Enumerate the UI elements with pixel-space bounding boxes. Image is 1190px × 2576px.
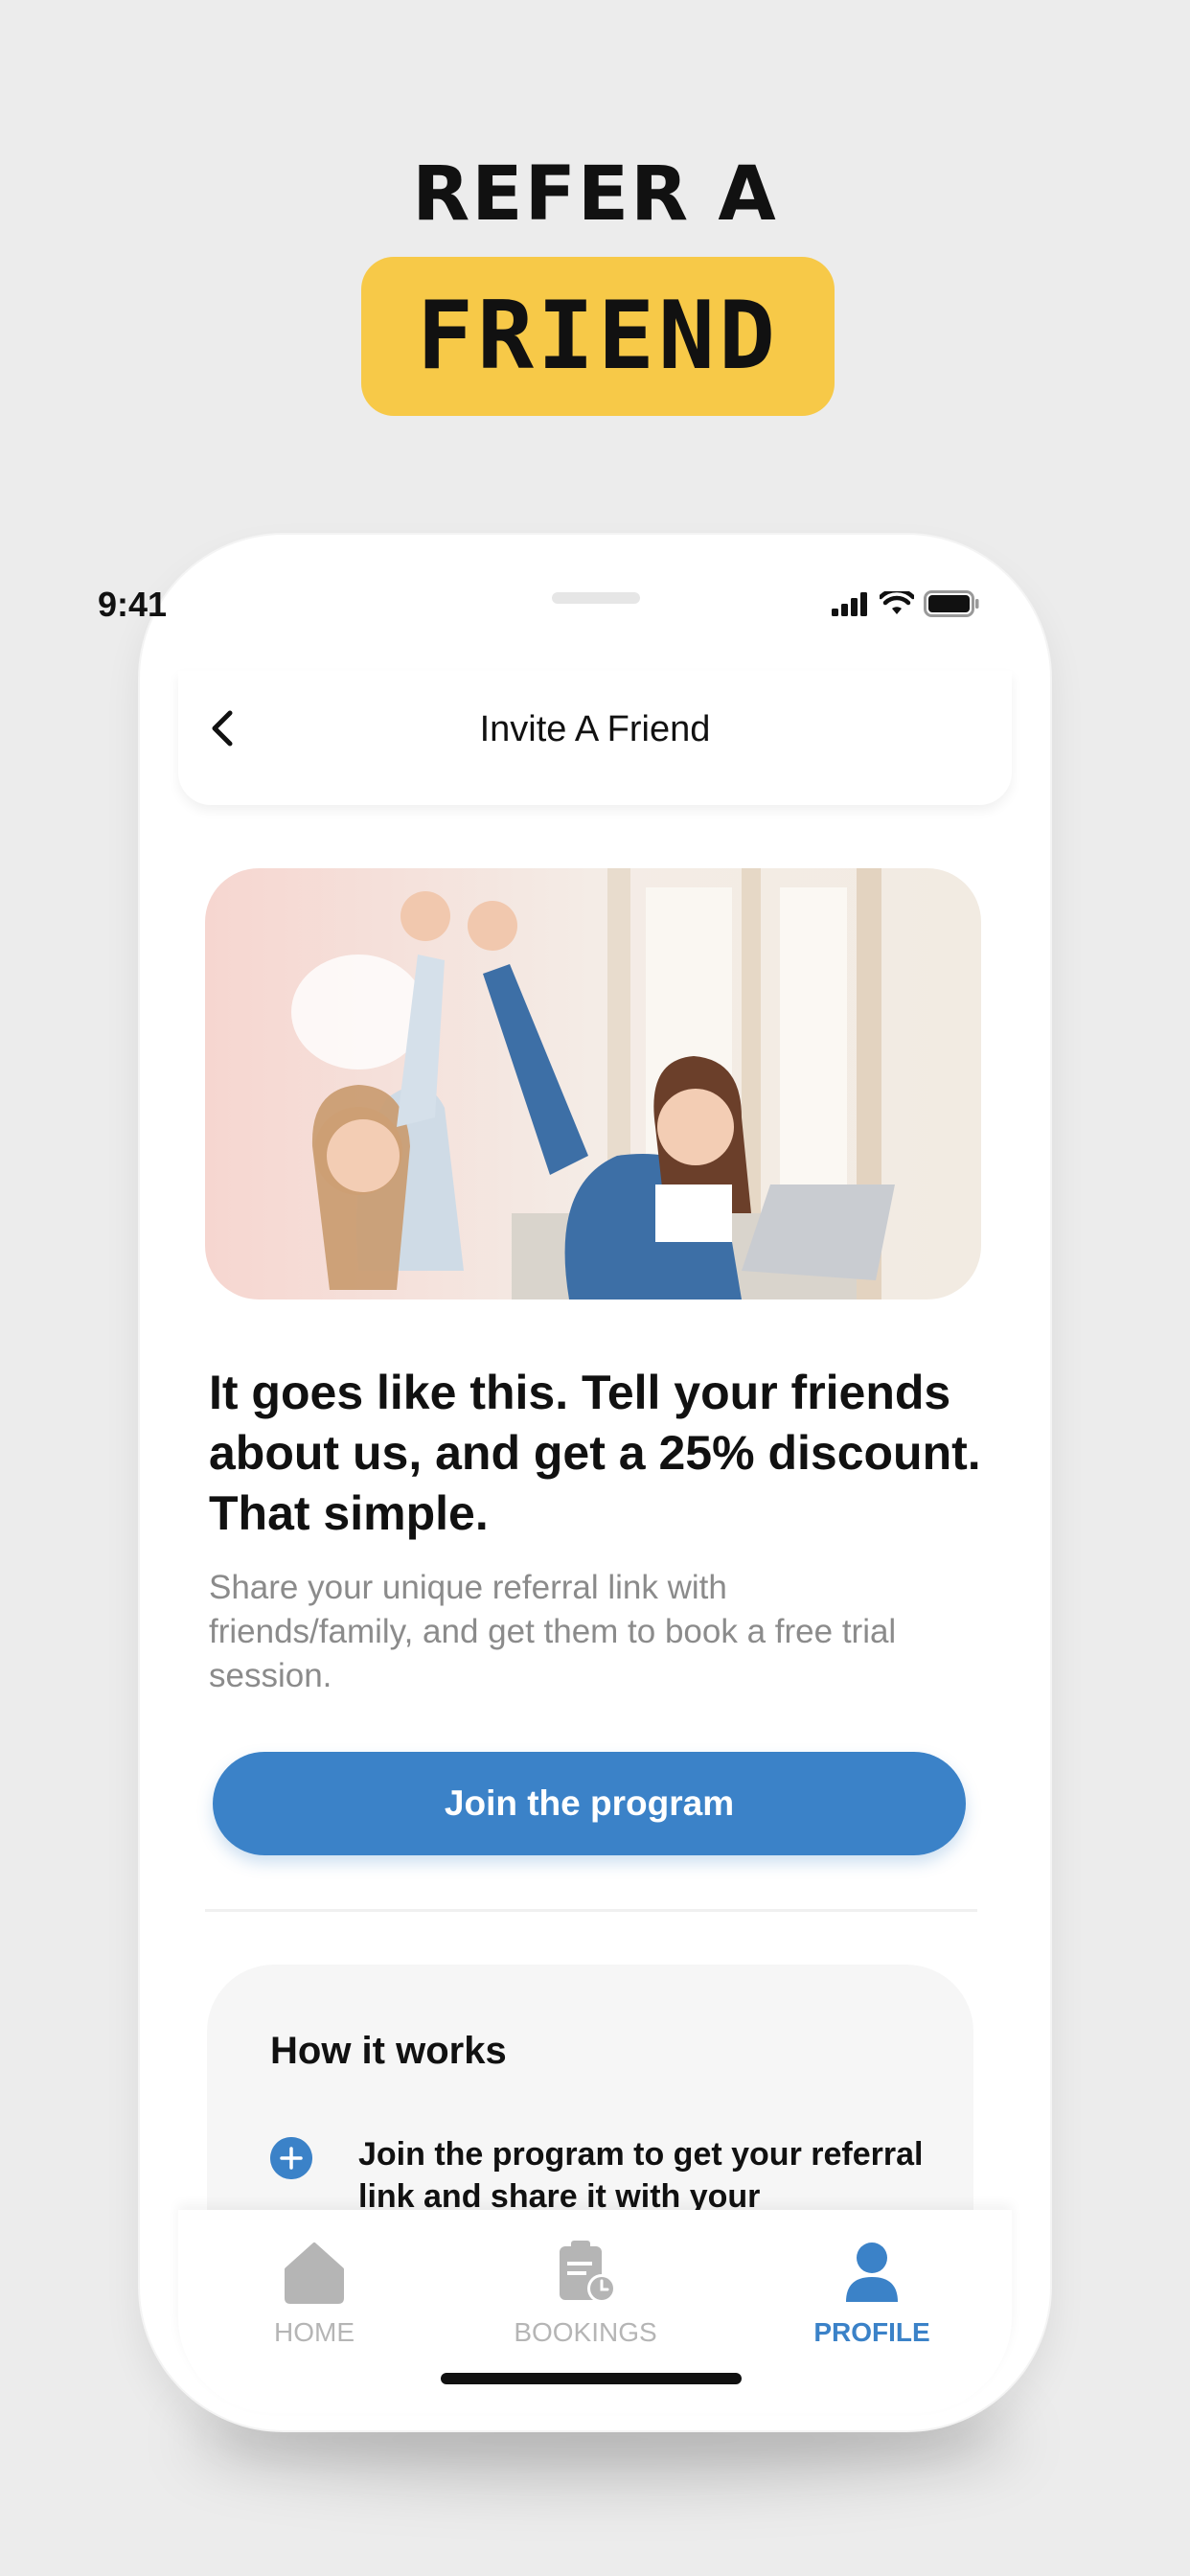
promo-title-badge: FRIEND bbox=[361, 257, 835, 416]
cellular-signal-icon bbox=[832, 592, 867, 616]
section-divider bbox=[205, 1909, 977, 1912]
user-icon bbox=[846, 2242, 898, 2302]
tab-home[interactable]: HOME bbox=[209, 2239, 420, 2373]
plus-circle-icon bbox=[270, 2137, 312, 2179]
battery-icon bbox=[924, 590, 979, 617]
promo-title-line2: FRIEND bbox=[416, 282, 779, 391]
referral-headline: It goes like this. Tell your friends abo… bbox=[209, 1366, 981, 1540]
tab-bookings-label: BOOKINGS bbox=[514, 2317, 657, 2347]
referral-description: Share your unique referral link with fri… bbox=[209, 1569, 897, 1694]
how-it-works-title: How it works bbox=[270, 2030, 507, 2072]
wifi-icon bbox=[880, 591, 914, 614]
tab-profile[interactable]: PROFILE bbox=[767, 2239, 977, 2373]
home-indicator bbox=[441, 2373, 742, 2384]
step-1-text: Join the program to get your referral li… bbox=[358, 2136, 924, 2215]
clipboard-clock-icon bbox=[560, 2241, 616, 2303]
app-store-screenshot: REFER A FRIEND 9:41 Invite A Friend It g… bbox=[0, 0, 1190, 2576]
status-time: 9:41 bbox=[98, 585, 168, 624]
tab-home-label: HOME bbox=[274, 2317, 355, 2347]
status-icons bbox=[832, 590, 979, 617]
promo-title-line1: REFER A bbox=[412, 151, 778, 238]
nav-header: Invite A Friend bbox=[178, 671, 1012, 805]
speaker-grille bbox=[552, 592, 640, 604]
join-program-button[interactable]: Join the program bbox=[213, 1752, 966, 1855]
page-title: Invite A Friend bbox=[479, 709, 711, 749]
hero-image bbox=[205, 868, 981, 1300]
tab-profile-label: PROFILE bbox=[813, 2317, 930, 2347]
tab-bookings[interactable]: BOOKINGS bbox=[480, 2239, 691, 2373]
home-icon bbox=[285, 2242, 344, 2304]
